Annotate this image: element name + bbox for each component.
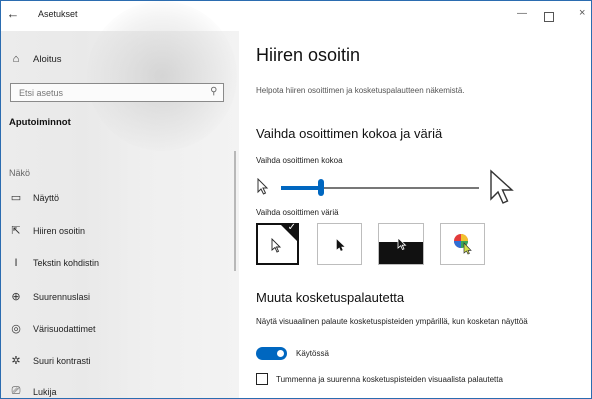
sidebar-item-display[interactable]: ▭ Näyttö — [9, 191, 59, 204]
group-label: Näkö — [9, 168, 31, 178]
maximize-icon[interactable] — [544, 12, 554, 22]
sidebar-item-label: Näyttö — [33, 192, 60, 203]
magnifier-icon: ⊕ — [11, 291, 21, 303]
sidebar-item-label: Suuri kontrasti — [33, 355, 91, 366]
touch-feedback-heading: Muuta kosketuspalautetta — [256, 290, 405, 305]
pointer-color-inverted[interactable] — [378, 223, 424, 265]
large-pointer-icon — [490, 169, 514, 204]
black-pointer-icon — [336, 239, 345, 251]
toggle-label: Käytössä — [296, 349, 329, 358]
sidebar-item-color-filters[interactable]: ◎ Värisuodattimet — [9, 322, 96, 335]
color-label: Vaihda osoittimen väriä — [256, 208, 339, 217]
sidebar-item-label: Tekstin kohdistin — [33, 258, 100, 268]
close-icon[interactable]: × — [579, 7, 585, 19]
search-input[interactable]: Etsi asetus ⚲ — [10, 83, 224, 102]
narrator-icon: ⎚ — [11, 385, 21, 397]
page-title: Hiiren osoitin — [256, 45, 361, 65]
sidebar-item-home[interactable]: ⌂ Aloitus — [9, 53, 62, 65]
inverted-pointer-icon — [397, 237, 407, 251]
pointer-color-black[interactable] — [317, 223, 362, 265]
acrylic-blur — [87, 1, 237, 151]
search-icon[interactable]: ⚲ — [210, 86, 217, 97]
sidebar-item-label: Suurennuslasi — [33, 291, 91, 302]
settings-window: ← Asetukset — × ⌂ Aloitus Etsi asetus ⚲ … — [0, 0, 592, 399]
sidebar-item-label: Värisuodattimet — [33, 323, 96, 334]
color-wheel-icon — [454, 234, 472, 255]
sidebar-scrollbar[interactable] — [234, 151, 236, 271]
size-slider-thumb[interactable] — [317, 179, 324, 196]
sidebar-item-magnifier[interactable]: ⊕ Suurennuslasi — [9, 290, 90, 303]
touch-feedback-description: Näytä visuaalinen palaute kosketuspistei… — [256, 317, 528, 326]
sidebar-item-narrator[interactable]: ⎚ Lukija — [9, 385, 57, 398]
sidebar-item-text-cursor[interactable]: I Tekstin kohdistin — [9, 257, 99, 269]
small-pointer-icon — [257, 178, 269, 195]
color-filter-icon: ◎ — [11, 323, 21, 335]
sidebar-item-mouse-pointer[interactable]: ⇱ Hiiren osoitin — [9, 224, 85, 237]
contrast-icon: ✲ — [11, 355, 21, 367]
checkbox-label: Tummenna ja suurenna kosketuspisteiden v… — [276, 375, 503, 384]
window-title: Asetukset — [38, 9, 78, 19]
darken-feedback-checkbox[interactable] — [256, 373, 268, 385]
size-label: Vaihda osoittimen kokoa — [256, 156, 343, 165]
sidebar-item-label: Lukija — [33, 386, 57, 397]
text-cursor-icon: I — [14, 257, 18, 269]
page-subtitle: Helpota hiiren osoittimen ja kosketuspal… — [256, 86, 465, 95]
back-arrow-icon[interactable]: ← — [5, 6, 21, 22]
main-content: Hiiren osoitin Helpota hiiren osoittimen… — [239, 31, 591, 398]
check-icon: ✓ — [287, 222, 296, 233]
monitor-icon: ▭ — [10, 192, 22, 204]
minimize-icon[interactable]: — — [517, 8, 527, 19]
search-placeholder: Etsi asetus — [19, 88, 64, 98]
pointer-color-white[interactable]: ✓ — [256, 222, 299, 265]
toggle-knob — [277, 350, 284, 357]
sidebar-item-label: Aloitus — [33, 53, 62, 65]
title-bar: ← Asetukset — × — [1, 1, 591, 31]
sidebar-item-high-contrast[interactable]: ✲ Suuri kontrasti — [9, 354, 91, 367]
size-slider-fill — [281, 186, 321, 190]
white-pointer-icon — [271, 238, 282, 253]
touch-feedback-toggle[interactable] — [256, 347, 287, 360]
sidebar-item-label: Hiiren osoitin — [33, 225, 86, 236]
home-icon: ⌂ — [12, 53, 20, 65]
size-color-heading: Vaihda osoittimen kokoa ja väriä — [256, 126, 443, 141]
section-title: Aputoiminnot — [9, 117, 71, 128]
sidebar: ⌂ Aloitus Etsi asetus ⚲ Aputoiminnot Näk… — [1, 1, 239, 398]
pointer-color-custom[interactable] — [440, 223, 485, 265]
mouse-pointer-icon: ⇱ — [11, 225, 21, 237]
